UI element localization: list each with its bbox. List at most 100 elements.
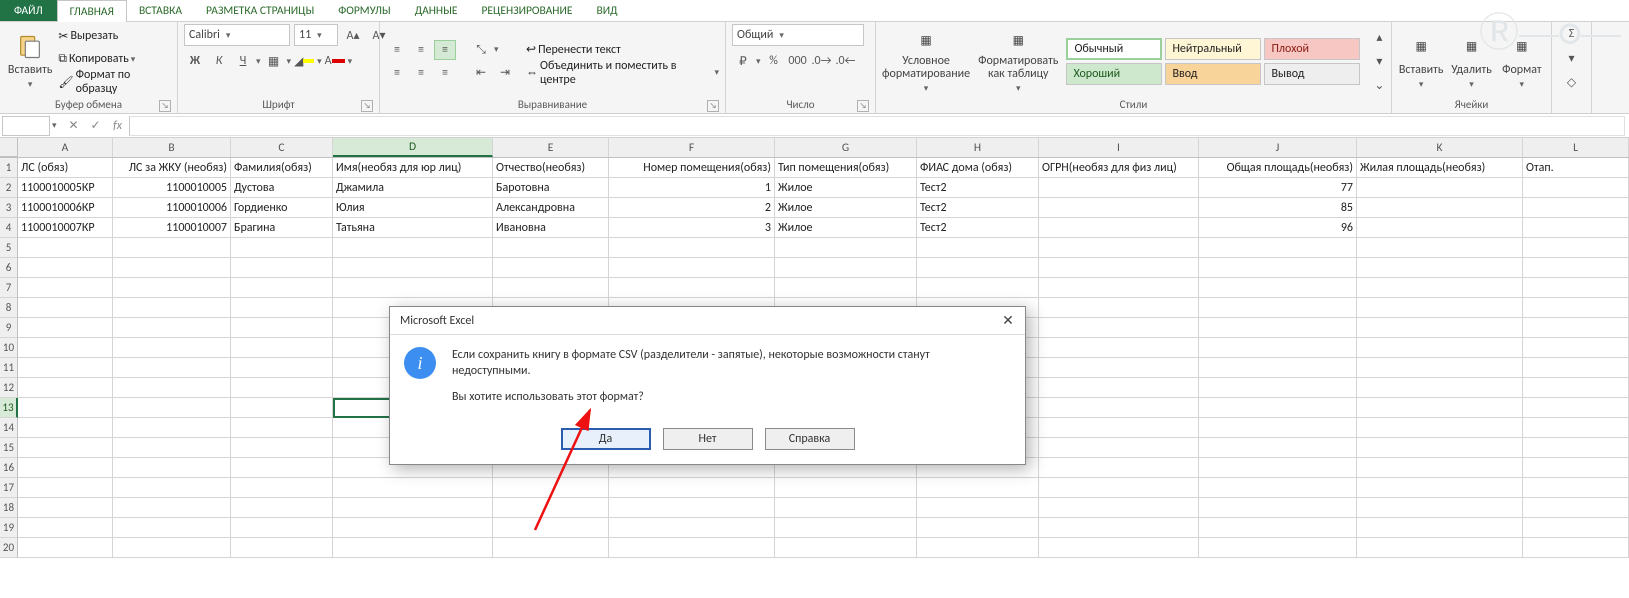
row-header[interactable]: 12 xyxy=(0,378,18,398)
increase-indent-button[interactable]: ⇥ xyxy=(494,63,516,83)
cell[interactable] xyxy=(18,258,113,278)
cell[interactable] xyxy=(18,398,113,418)
cell[interactable]: Ивановна xyxy=(493,218,609,238)
fill-color-button[interactable]: ◢ xyxy=(293,51,315,71)
cell[interactable] xyxy=(1199,378,1357,398)
cell[interactable]: 1 xyxy=(609,178,775,198)
cell[interactable] xyxy=(333,538,493,558)
cell[interactable] xyxy=(493,258,609,278)
column-header[interactable]: E xyxy=(493,138,609,157)
align-right-button[interactable]: ≡ xyxy=(434,63,456,83)
cell[interactable] xyxy=(231,518,333,538)
cell[interactable] xyxy=(1199,338,1357,358)
cell[interactable] xyxy=(18,238,113,258)
cell[interactable] xyxy=(113,418,231,438)
cell[interactable] xyxy=(1357,318,1523,338)
row-header[interactable]: 18 xyxy=(0,498,18,518)
cell[interactable] xyxy=(775,238,917,258)
cell[interactable]: Брагина xyxy=(231,218,333,238)
font-size-combo[interactable]: 11▾ xyxy=(294,24,338,46)
row-header[interactable]: 2 xyxy=(0,178,18,198)
cell[interactable]: 85 xyxy=(1199,198,1357,218)
autosum-button[interactable]: Σ xyxy=(1561,24,1583,44)
cell[interactable]: Жилое xyxy=(775,198,917,218)
column-header[interactable]: I xyxy=(1039,138,1199,157)
cell[interactable] xyxy=(1523,378,1629,398)
cell[interactable] xyxy=(493,518,609,538)
percent-button[interactable]: % xyxy=(763,51,785,71)
row-header[interactable]: 7 xyxy=(0,278,18,298)
cell[interactable] xyxy=(917,498,1039,518)
cell[interactable]: Жилая площадь(необяз) xyxy=(1357,158,1523,178)
cell[interactable] xyxy=(1199,518,1357,538)
styles-more[interactable]: ⌄ xyxy=(1368,75,1390,95)
cell[interactable] xyxy=(231,538,333,558)
cell[interactable] xyxy=(493,238,609,258)
row-header[interactable]: 6 xyxy=(0,258,18,278)
cell[interactable] xyxy=(1357,438,1523,458)
delete-cells-button[interactable]: ▦ Удалить▾ xyxy=(1448,28,1494,94)
decrease-indent-button[interactable]: ⇤ xyxy=(470,63,492,83)
cell[interactable] xyxy=(1523,358,1629,378)
cell[interactable] xyxy=(1039,518,1199,538)
cell[interactable] xyxy=(18,518,113,538)
cell[interactable]: 1100010005 xyxy=(113,178,231,198)
cell[interactable] xyxy=(113,258,231,278)
cell[interactable] xyxy=(1357,258,1523,278)
cell[interactable]: Отап. xyxy=(1523,158,1629,178)
cell[interactable] xyxy=(231,458,333,478)
row-header[interactable]: 10 xyxy=(0,338,18,358)
cell[interactable] xyxy=(231,278,333,298)
cell[interactable] xyxy=(1523,318,1629,338)
format-cells-button[interactable]: ▦ Формат▾ xyxy=(1499,28,1545,94)
styles-scroll-up[interactable]: ▴ xyxy=(1368,27,1390,47)
cell[interactable] xyxy=(493,278,609,298)
cell[interactable] xyxy=(1523,518,1629,538)
insert-cells-button[interactable]: ▦ Вставить▾ xyxy=(1398,28,1444,94)
cell[interactable] xyxy=(231,418,333,438)
cell[interactable] xyxy=(1357,538,1523,558)
font-color-button[interactable]: A xyxy=(324,51,346,71)
number-format-combo[interactable]: Общий▾ xyxy=(732,24,864,46)
cell[interactable]: Фамилия(обяз) xyxy=(231,158,333,178)
row-header[interactable]: 9 xyxy=(0,318,18,338)
column-header[interactable]: K xyxy=(1357,138,1523,157)
cell[interactable] xyxy=(231,298,333,318)
cell[interactable] xyxy=(231,438,333,458)
cell[interactable] xyxy=(1523,258,1629,278)
style-good[interactable]: Хороший xyxy=(1066,63,1162,85)
cell[interactable]: ЛС за ЖКУ (необяз) xyxy=(113,158,231,178)
cell[interactable] xyxy=(775,258,917,278)
cell[interactable] xyxy=(1357,518,1523,538)
cell[interactable] xyxy=(1039,238,1199,258)
cell[interactable] xyxy=(1039,358,1199,378)
styles-scroll-down[interactable]: ▾ xyxy=(1368,51,1390,71)
cell[interactable] xyxy=(18,338,113,358)
tab-page-layout[interactable]: РАЗМЕТКА СТРАНИЦЫ xyxy=(194,0,326,21)
cell[interactable] xyxy=(113,518,231,538)
style-input[interactable]: Ввод xyxy=(1165,63,1261,85)
row-header[interactable]: 4 xyxy=(0,218,18,238)
cell[interactable] xyxy=(231,338,333,358)
fill-button[interactable]: ▾ xyxy=(1561,48,1583,68)
cell[interactable] xyxy=(231,478,333,498)
fx-icon[interactable]: fx xyxy=(107,116,129,136)
column-header[interactable]: H xyxy=(917,138,1039,157)
underline-button[interactable]: Ч xyxy=(232,51,254,71)
cell[interactable] xyxy=(1199,398,1357,418)
cell[interactable]: 96 xyxy=(1199,218,1357,238)
tab-file[interactable]: ФАЙЛ xyxy=(0,0,57,21)
cell[interactable]: Джамила xyxy=(333,178,493,198)
cell[interactable] xyxy=(1523,198,1629,218)
cell[interactable] xyxy=(1039,198,1199,218)
row-header[interactable]: 11 xyxy=(0,358,18,378)
cell[interactable] xyxy=(1039,538,1199,558)
cell[interactable]: Баротовна xyxy=(493,178,609,198)
cell[interactable] xyxy=(609,518,775,538)
align-left-button[interactable]: ≡ xyxy=(386,63,408,83)
column-header[interactable]: D xyxy=(333,138,493,157)
cell[interactable]: Татьяна xyxy=(333,218,493,238)
cell[interactable] xyxy=(333,498,493,518)
cell[interactable] xyxy=(1357,398,1523,418)
cell[interactable]: 1100010007 xyxy=(113,218,231,238)
